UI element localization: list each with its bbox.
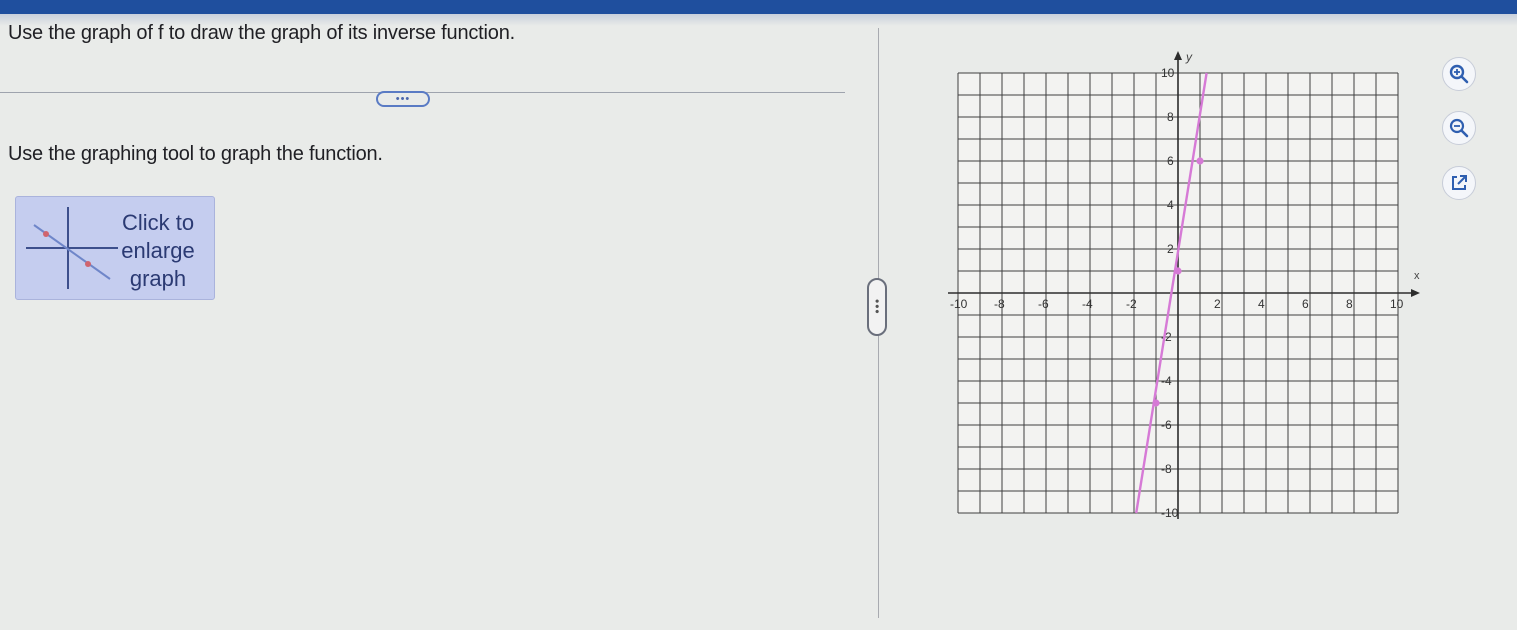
function-f-point [1196, 157, 1204, 165]
x-tick-label: -4 [1082, 297, 1093, 311]
y-tick-label: 6 [1167, 154, 1174, 168]
resize-handle-dots: ••• [870, 299, 884, 315]
x-axis-arrow [1411, 289, 1420, 297]
x-tick-label: 4 [1258, 297, 1265, 311]
y-tick-label: -4 [1161, 374, 1172, 388]
y-axis-label: y [1185, 50, 1193, 64]
x-tick-label: -6 [1038, 297, 1049, 311]
question-prompt: Use the graph of f to draw the graph of … [8, 22, 515, 44]
zoom-out-button[interactable] [1442, 111, 1476, 145]
x-axis-label: x [1414, 270, 1420, 282]
y-axis-arrow [1174, 51, 1182, 60]
zoom-in-icon [1449, 64, 1469, 84]
y-tick-label: 4 [1167, 198, 1174, 212]
x-tick-label: 6 [1302, 297, 1309, 311]
open-external-button[interactable] [1442, 166, 1476, 200]
instruction-text: Use the graphing tool to graph the funct… [8, 143, 383, 165]
enlarge-label-line-3: graph [129, 266, 187, 291]
x-tick-label: 10 [1390, 297, 1404, 311]
zoom-out-icon [1449, 118, 1469, 138]
enlarge-graph-label: Click to enlarge graph [116, 209, 200, 293]
panel-resize-handle[interactable]: ••• [867, 278, 887, 336]
x-tick-label: -10 [950, 297, 968, 311]
enlarge-label-line-2: enlarge [121, 238, 195, 263]
coordinate-graph[interactable]: xy-10 -8 -6 -4 -2 2 4 6 8 10108642-2-4-6-8-10 [930, 45, 1430, 555]
enlarge-label-line-1: Click to [121, 210, 195, 235]
x-tick-label: -2 [1126, 297, 1137, 311]
y-tick-label: 10 [1161, 66, 1175, 80]
y-tick-label: -8 [1161, 462, 1172, 476]
function-f-point [1174, 267, 1182, 275]
x-tick-label: 8 [1346, 297, 1353, 311]
top-bar [0, 0, 1517, 26]
y-tick-label: 2 [1167, 242, 1174, 256]
y-tick-label: -6 [1161, 418, 1172, 432]
graph-thumbnail-icon [26, 207, 118, 289]
expand-question-button[interactable]: ••• [376, 91, 430, 107]
function-f-point [1152, 399, 1160, 407]
x-tick-label: -8 [994, 297, 1005, 311]
x-tick-label: 2 [1214, 297, 1221, 311]
zoom-in-button[interactable] [1442, 57, 1476, 91]
external-link-icon [1452, 175, 1467, 190]
y-tick-label: 8 [1167, 110, 1174, 124]
y-tick-label: -10 [1161, 506, 1179, 520]
enlarge-graph-button[interactable]: Click to enlarge graph [15, 196, 215, 300]
